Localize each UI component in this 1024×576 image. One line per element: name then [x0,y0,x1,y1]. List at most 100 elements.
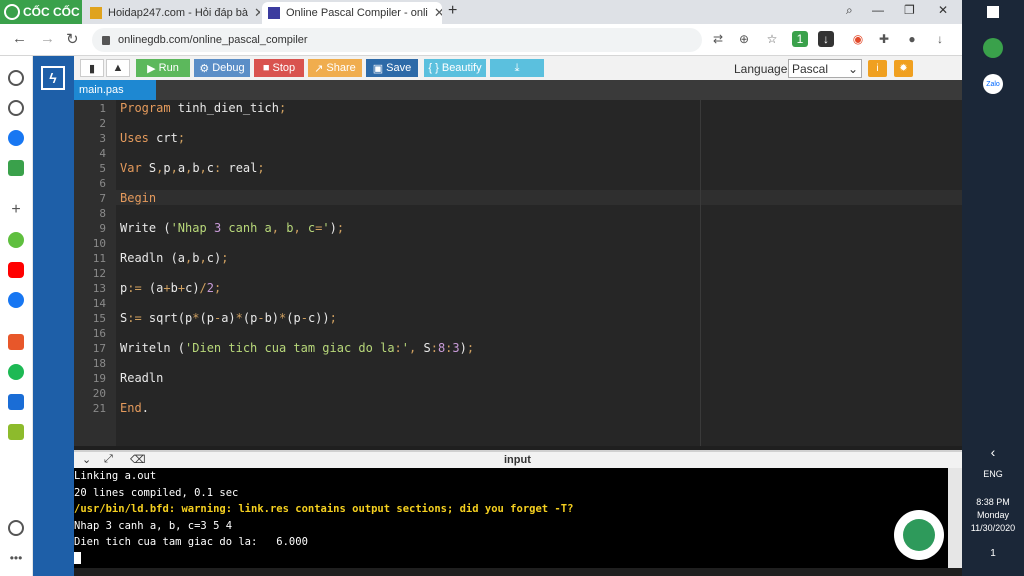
more-icon[interactable]: ••• [8,550,24,566]
upload-icon[interactable]: ▲ [106,59,130,77]
browser-sidebar: + ••• [0,56,33,576]
code-line: Write ('Nhap 3 canh a, b, c='); [120,221,345,235]
share-icon: ↗ [314,62,324,75]
back-icon[interactable]: ← [12,30,27,47]
save-button[interactable]: ▣ Save [366,59,418,77]
clear-console-icon[interactable]: ⌫ [130,453,146,466]
shopee-icon[interactable] [8,334,24,350]
messenger-icon[interactable] [8,130,24,146]
download-extension-icon[interactable]: ↓ [818,31,834,47]
coccoc-sidebar-icon[interactable] [8,232,24,248]
code-line: End. [120,401,149,415]
code-editor[interactable]: 1 2 3 4 5 6 7 8 9 10 11 12 13 14 15 16 17 18 19 20 21 Progra… [74,100,962,446]
share-button[interactable]: ↗ Share [308,59,362,77]
settings-icon[interactable] [8,70,24,86]
downloads-icon[interactable]: ↓ [932,31,948,47]
windows-start-icon[interactable] [987,6,999,18]
tab-search-icon[interactable]: ⌕ [846,3,853,18]
chrome-extension-icon[interactable]: ◉ [850,31,866,47]
address-bar-row: ← → ↻ onlinegdb.com/online_pascal_compil… [0,24,962,56]
save-icon: ▣ [372,62,384,75]
profile-icon[interactable]: ● [904,31,920,47]
tab-onlinegdb[interactable]: Online Pascal Compiler - onli ✕ [262,2,442,24]
language-select[interactable]: Pascal ⌄ [788,59,862,78]
code-line: Var S,p,a,b,c: real; [120,161,265,175]
debug-button[interactable]: ⚙ Debug [194,59,250,77]
tab-label: Online Pascal Compiler - onli [286,7,428,19]
console-line: 20 lines compiled, 0.1 sec [74,487,239,499]
chat-button[interactable] [894,510,944,560]
translate-icon[interactable]: ⇄ [710,31,726,47]
chevron-down-icon: ⌄ [847,61,858,76]
coccoc-icon [4,4,20,20]
restore-icon[interactable]: ❐ [904,3,915,17]
input-language[interactable]: ENG [962,469,1024,479]
line-number: 16 [92,327,106,340]
code-line: Readln [120,371,164,385]
close-tab-icon[interactable]: ✕ [254,5,260,21]
console-line: Linking a.out [74,470,157,482]
forward-icon[interactable]: → [40,30,55,47]
new-file-icon[interactable]: ▮ [80,59,104,77]
zalo-icon[interactable]: Zalo [983,74,1003,94]
facebook-icon[interactable] [8,292,24,308]
language-label: Language [734,62,788,76]
line-number: 17 [92,342,106,355]
close-tab-icon[interactable]: ✕ [434,5,442,21]
coccoc-logo[interactable]: CỐC CỐC [0,0,82,24]
show-hidden-icons-icon[interactable]: ‹ [962,444,1024,460]
tab-hoidap247[interactable]: Hoidap247.com - Hỏi đáp bà ✕ [84,2,260,24]
new-tab-button[interactable]: + [448,2,457,20]
line-number: 2 [99,117,106,130]
clock-time[interactable]: 8:38 PM [962,497,1024,507]
brand-label: CỐC CỐC [23,5,80,19]
tiki-icon[interactable] [8,394,24,410]
action-center-icon[interactable]: 1 [962,548,1024,559]
line-number: 4 [99,147,106,160]
reload-icon[interactable]: ↻ [66,30,79,48]
spotify-icon[interactable] [8,364,24,380]
minimize-icon[interactable]: — [872,3,884,17]
code-line: Uses crt; [120,131,186,145]
beautify-button[interactable]: { } Beautify [424,59,486,77]
youtube-icon[interactable] [8,262,24,278]
expand-icon[interactable]: ⤢ [104,453,113,466]
line-number: 20 [92,387,106,400]
url-field[interactable]: onlinegdb.com/online_pascal_compiler [92,28,702,52]
console-scrollbar[interactable] [948,468,962,568]
clock-day: Monday [976,510,1010,520]
bookmark-star-icon[interactable]: ☆ [764,31,780,47]
stop-button[interactable]: ■ Stop [254,59,304,77]
console-output[interactable]: Linking a.out 20 lines compiled, 0.1 sec… [74,468,948,568]
zoom-icon[interactable]: ⊕ [736,31,752,47]
code-line: Readln (a,b,c); [120,251,229,265]
notification-bell-icon[interactable] [8,520,24,536]
game-app-icon[interactable] [8,424,24,440]
run-button[interactable]: ▶ Run [136,59,190,77]
game-icon[interactable] [8,160,24,176]
line-number: 12 [92,267,106,280]
collapse-chevron-icon[interactable]: ⌄ [82,453,91,466]
onlinegdb-menu-icon[interactable]: ϟ [41,66,65,90]
download-icon: ⤓ [514,61,520,74]
active-line-highlight [116,190,962,205]
code-line: Writeln ('Dien tich cua tam giac do la:'… [120,341,475,355]
info-icon[interactable]: i [868,60,887,77]
line-number: 14 [92,297,106,310]
file-tab-main[interactable]: main.pas [74,80,156,100]
close-window-icon[interactable]: ✕ [938,3,948,17]
line-number: 8 [99,207,106,220]
chat-icon [903,519,935,551]
download-button[interactable]: ⤓ [490,59,544,77]
onlinegdb-favicon-icon [268,7,280,19]
settings-gear-icon[interactable]: ✹ [894,60,913,77]
lock-icon [102,35,110,45]
extension-icon[interactable]: 1 [792,31,808,47]
puzzle-icon[interactable]: ✚ [876,31,892,47]
line-number: 9 [99,222,106,235]
line-number: 13 [92,282,106,295]
line-number: 18 [92,357,106,370]
add-icon[interactable]: + [8,202,24,218]
coccoc-taskbar-icon[interactable] [983,38,1003,58]
history-icon[interactable] [8,100,24,116]
